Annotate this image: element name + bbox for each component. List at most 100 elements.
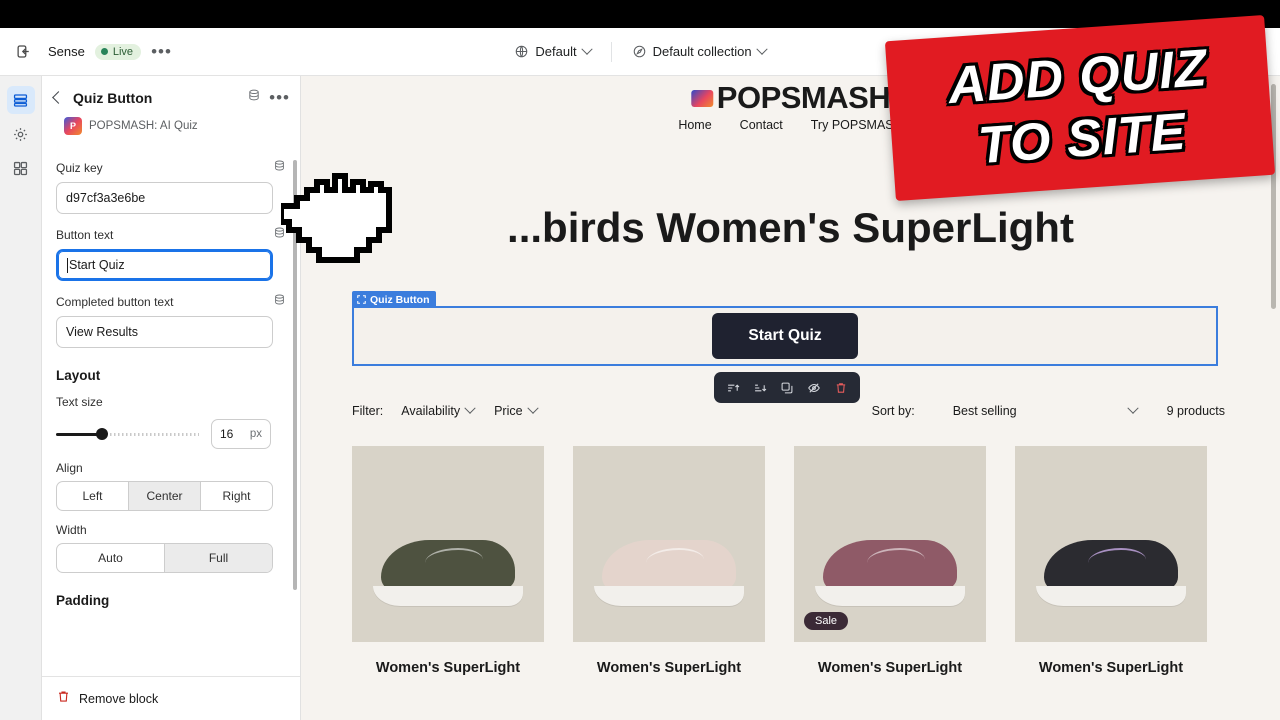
product-title: Women's SuperLight [1038,660,1184,676]
filter-price[interactable]: Price [494,402,539,418]
align-option-right[interactable]: Right [201,482,272,510]
button-text-label-row: Button text [56,226,286,244]
globe-icon [516,45,528,58]
sale-badge: Sale [804,612,849,630]
block-tag: Quiz Button [352,291,437,308]
product-image: Sale [794,446,986,642]
slider-knob[interactable] [96,428,108,440]
chevron-down-icon [1126,402,1139,414]
hide-icon[interactable] [804,378,824,398]
padding-heading: Padding [56,593,110,608]
layout-heading: Layout [56,368,101,383]
collection-selector-label: Default collection [652,44,752,59]
quiz-key-label-row: Quiz key [56,159,286,177]
delete-icon[interactable] [831,378,851,398]
shoe-sole [815,586,965,606]
page-title: Quiz Button [73,89,153,106]
sections-icon[interactable] [6,86,35,114]
top-bar-center: Default Default collection [300,40,980,63]
more-actions-button[interactable]: ••• [151,43,172,60]
chevron-down-icon [580,43,593,55]
product-title: Women's SuperLight [596,660,742,676]
product-image [352,446,544,642]
store-name: Sense [48,44,85,59]
filter-price-label: Price [494,404,523,418]
text-size-control: 16 px [56,419,286,449]
product-title: Women's SuperLight [375,660,521,676]
sort-select[interactable]: Best selling [953,402,1139,418]
sidebar-more-button[interactable]: ••• [269,89,290,106]
tablet-view-icon[interactable] [1212,39,1238,65]
completed-button-text-input[interactable]: View Results [56,316,273,348]
completed-button-text-value: View Results [66,325,139,339]
theme-preview: POPSMASH Home Contact Try POPSMASH ...bi… [301,76,1280,720]
exit-icon[interactable] [10,38,38,66]
start-quiz-button[interactable]: Start Quiz [712,313,858,359]
shoe-sole [373,586,523,606]
trash-icon[interactable] [56,689,71,709]
align-option-center[interactable]: Center [129,482,201,510]
duplicate-icon[interactable] [777,378,797,398]
site-logo[interactable]: POPSMASH [690,80,891,116]
desktop-view-icon[interactable] [1184,38,1210,65]
theme-selector-label: Default [535,44,577,59]
block-corner-icon [357,295,366,304]
left-rail [0,76,42,720]
app-name: POPSMASH: AI Quiz [89,120,198,132]
width-label: Width [56,523,87,537]
sidebar-body: Quiz key d97cf3a3e6be Button text Start … [42,159,300,608]
dynamic-source-icon[interactable] [273,293,286,311]
collection-filters: Filter: Availability Price Sort by: Best… [352,396,1225,426]
product-card[interactable]: Women's SuperLight [352,446,544,676]
chevron-down-icon [755,43,768,55]
move-up-icon[interactable] [723,378,743,398]
shoe-illustration [1036,540,1186,606]
settings-gear-icon[interactable] [7,120,35,148]
nav-item-home[interactable]: Home [678,118,711,132]
align-option-left[interactable]: Left [57,482,129,510]
divider [610,41,612,62]
collection-selector[interactable]: Default collection [624,40,774,63]
product-title: Women's SuperLight [817,660,963,676]
product-card[interactable]: Sale Women's SuperLight [794,446,986,676]
preview-scrollbar[interactable] [1271,84,1276,309]
product-count: 9 products [1166,404,1225,418]
text-size-label: Text size [56,395,103,409]
dynamic-source-icon[interactable] [247,88,261,107]
product-card[interactable]: Women's SuperLight [573,446,765,676]
remove-block-button[interactable]: Remove block [79,692,158,706]
shoe-illustration [815,540,965,606]
top-bar-right [980,38,1280,65]
width-option-auto[interactable]: Auto [57,544,165,572]
logo-mark-icon [690,89,713,107]
completed-button-text-label-row: Completed button text [56,293,286,311]
quiz-block-selection[interactable]: Quiz Button Start Quiz [352,291,1218,366]
theme-selector[interactable]: Default [506,40,598,63]
text-size-slider[interactable] [56,426,199,442]
mobile-view-icon[interactable] [1240,39,1266,65]
nav-item-try-popsmash[interactable]: Try POPSMASH [811,118,903,132]
nav-item-contact[interactable]: Contact [740,118,783,132]
product-card[interactable]: Women's SuperLight [1015,446,1207,676]
width-segmented-control: Auto Full [56,543,273,573]
product-image [573,446,765,642]
sidebar-header: Quiz Button ••• [42,76,300,111]
width-option-full[interactable]: Full [165,544,272,572]
button-text-input[interactable]: Start Quiz [56,249,273,281]
quiz-key-value: d97cf3a3e6be [66,191,146,205]
text-size-label-row: Text size [56,395,286,409]
shoe-sole [1036,586,1186,606]
back-chevron-icon[interactable] [52,91,65,104]
product-grid: Women's SuperLight Women's SuperLight Sa… [352,446,1207,676]
text-size-input[interactable]: 16 px [211,419,271,449]
quiz-key-input[interactable]: d97cf3a3e6be [56,182,273,214]
shoe-illustration [373,540,523,606]
filter-availability[interactable]: Availability [401,402,476,418]
site-header: POPSMASH Home Contact Try POPSMASH [301,76,1280,148]
apps-icon[interactable] [7,154,35,182]
text-caret [67,257,68,273]
pointing-hand-cursor [281,173,392,263]
move-down-icon[interactable] [750,378,770,398]
align-segmented-control: Left Center Right [56,481,273,511]
chevron-down-icon [464,402,476,414]
